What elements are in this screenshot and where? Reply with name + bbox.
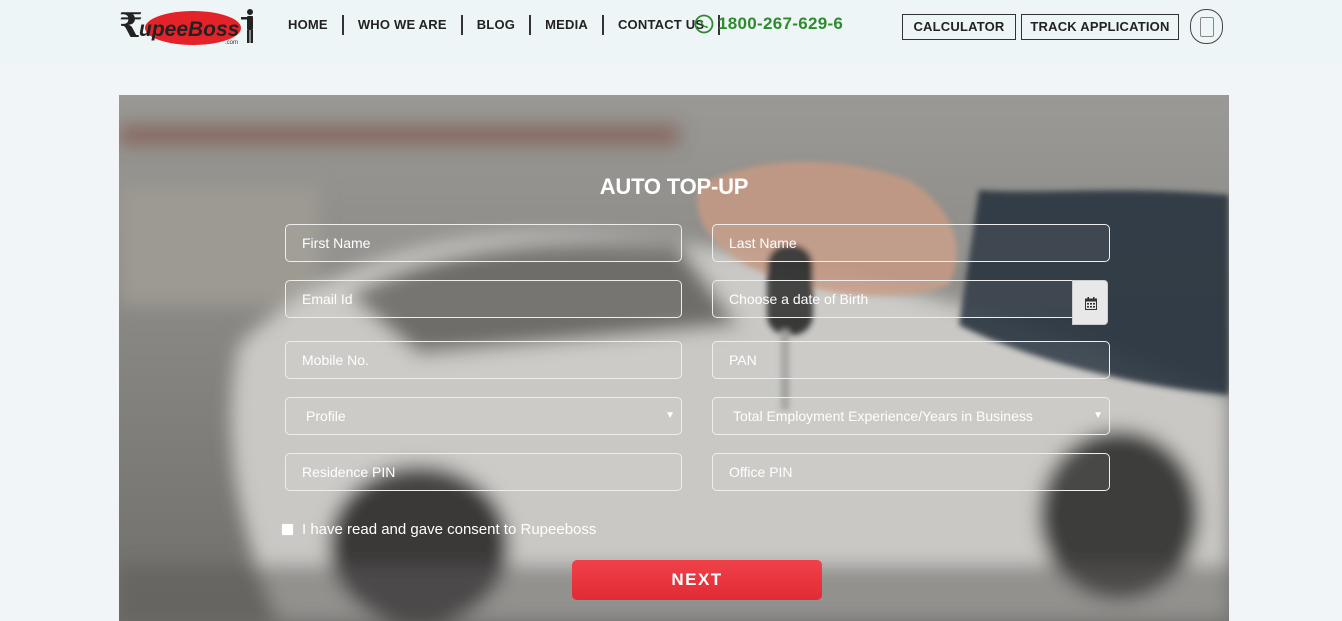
hero-banner: AUTO TOP-UP First Name Last Name Email I…: [119, 95, 1229, 621]
phone-icon: [694, 14, 714, 34]
dob-input[interactable]: Choose a date of Birth: [712, 280, 1074, 318]
calendar-button[interactable]: [1072, 280, 1108, 325]
site-header: ₹ upeeBoss .com HOME WHO WE ARE BLOG MED…: [0, 0, 1342, 64]
logo-text: upeeBoss: [139, 18, 239, 41]
first-name-input[interactable]: First Name: [285, 224, 682, 262]
phone-contact[interactable]: 1800-267-629-6: [694, 14, 843, 34]
experience-select[interactable]: Total Employment Experience/Years in Bus…: [712, 397, 1110, 435]
profile-select[interactable]: Profile ▼: [285, 397, 682, 435]
logo-suffix: .com: [225, 40, 238, 46]
calculator-button[interactable]: CALCULATOR: [902, 14, 1016, 40]
rupeeboss-logo[interactable]: ₹ upeeBoss .com: [119, 6, 261, 48]
last-name-input[interactable]: Last Name: [712, 224, 1110, 262]
consent-row: I have read and gave consent to Rupeebos…: [281, 521, 596, 538]
calendar-icon: [1085, 297, 1097, 310]
office-pin-input[interactable]: Office PIN: [712, 453, 1110, 491]
nav-who-we-are[interactable]: WHO WE ARE: [344, 15, 463, 35]
nav-blog[interactable]: BLOG: [463, 15, 532, 35]
mobile-input[interactable]: Mobile No.: [285, 341, 682, 379]
nav-media[interactable]: MEDIA: [531, 15, 604, 35]
mobile-icon: [1200, 17, 1214, 37]
mobile-app-button[interactable]: [1190, 9, 1223, 44]
consent-checkbox[interactable]: [281, 523, 294, 536]
chevron-down-icon: ▼: [1093, 410, 1103, 421]
pan-input[interactable]: PAN: [712, 341, 1110, 379]
chevron-down-icon: ▼: [665, 410, 675, 421]
track-application-button[interactable]: TRACK APPLICATION: [1021, 14, 1179, 40]
profile-select-value: Profile: [306, 408, 346, 424]
consent-label: I have read and gave consent to Rupeebos…: [302, 521, 597, 538]
nav-home[interactable]: HOME: [280, 15, 344, 35]
phone-number[interactable]: 1800-267-629-6: [718, 14, 843, 34]
residence-pin-input[interactable]: Residence PIN: [285, 453, 682, 491]
main-nav: HOME WHO WE ARE BLOG MEDIA CONTACT US: [280, 14, 721, 36]
email-input[interactable]: Email Id: [285, 280, 682, 318]
next-button[interactable]: NEXT: [572, 560, 822, 600]
form-title: AUTO TOP-UP: [599, 174, 749, 199]
experience-select-value: Total Employment Experience/Years in Bus…: [733, 408, 1033, 424]
